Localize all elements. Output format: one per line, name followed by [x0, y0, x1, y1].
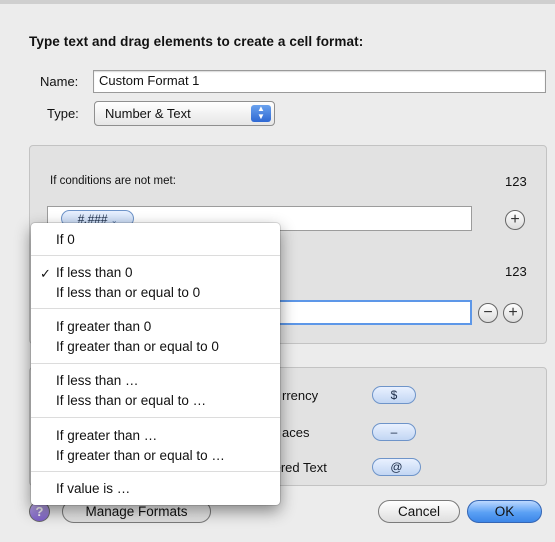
menu-item-if-greater-equal[interactable]: If greater than or equal to …	[56, 448, 225, 463]
preview-mid: 123	[505, 264, 527, 279]
name-label: Name:	[40, 74, 79, 89]
popup-arrows-icon: ▲ ▼	[251, 105, 271, 122]
menu-item-if-less-than[interactable]: If less than …	[56, 373, 139, 388]
plus-icon: +	[510, 211, 520, 228]
checkmark-icon: ✓	[40, 266, 51, 281]
menu-item-if-less-than-0[interactable]: If less than 0	[56, 265, 133, 280]
currency-token[interactable]: $	[372, 386, 416, 404]
menu-item-if-less-equal-0[interactable]: If less than or equal to 0	[56, 285, 200, 300]
help-icon: ?	[35, 504, 44, 519]
type-label: Type:	[47, 106, 79, 121]
menu-item-if-greater-than[interactable]: If greater than …	[56, 428, 157, 443]
spaces-token[interactable]: –	[372, 423, 416, 441]
window-top-edge	[0, 0, 555, 4]
condition-format-field[interactable]	[258, 300, 472, 325]
preview-top: 123	[505, 174, 527, 189]
cancel-button[interactable]: Cancel	[378, 500, 460, 523]
ok-button[interactable]: OK	[467, 500, 542, 523]
conditions-label: If conditions are not met:	[50, 175, 176, 187]
type-popup-value: Number & Text	[105, 106, 191, 121]
currency-label: rrency	[282, 388, 319, 403]
add-condition-button[interactable]: +	[505, 210, 525, 230]
menu-separator	[31, 308, 280, 309]
menu-separator	[31, 417, 280, 418]
menu-separator	[31, 255, 280, 256]
remove-rule-button[interactable]: −	[478, 303, 498, 323]
add-rule-button[interactable]: +	[503, 303, 523, 323]
entered-text-token[interactable]: @	[372, 458, 421, 476]
plus-icon: +	[508, 304, 518, 321]
dialog-title: Type text and drag elements to create a …	[29, 34, 364, 49]
menu-item-if-0[interactable]: If 0	[56, 232, 75, 247]
minus-icon: −	[483, 304, 493, 321]
name-field[interactable]: Custom Format 1	[93, 70, 546, 93]
menu-separator	[31, 363, 280, 364]
condition-menu: If 0 ✓ If less than 0 If less than or eq…	[31, 223, 280, 505]
menu-item-if-less-equal[interactable]: If less than or equal to …	[56, 393, 206, 408]
menu-item-if-greater-equal-0[interactable]: If greater than or equal to 0	[56, 339, 219, 354]
menu-item-if-greater-than-0[interactable]: If greater than 0	[56, 319, 151, 334]
menu-item-if-value-is[interactable]: If value is …	[56, 481, 130, 496]
spaces-label: aces	[282, 425, 310, 440]
menu-separator	[31, 471, 280, 472]
type-popup[interactable]: Number & Text ▲ ▼	[94, 101, 275, 126]
